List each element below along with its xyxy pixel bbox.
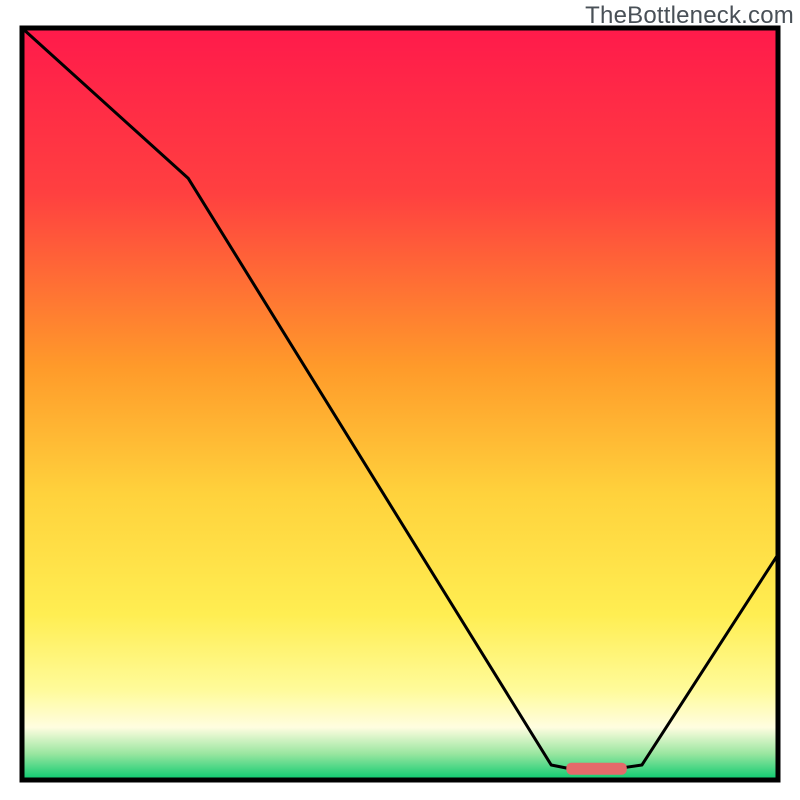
- chart-frame: TheBottleneck.com: [0, 0, 800, 800]
- bottleneck-chart: [0, 0, 800, 800]
- gradient-background: [22, 28, 778, 780]
- watermark-text: TheBottleneck.com: [585, 2, 794, 30]
- optimal-marker: [566, 763, 626, 775]
